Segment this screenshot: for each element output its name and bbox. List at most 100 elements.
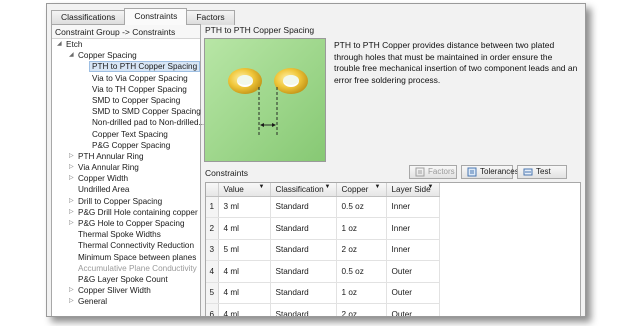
- tree-item-label: Via to Via Copper Spacing: [92, 73, 188, 83]
- tree-item[interactable]: ▷ PTH Annular Ring: [52, 151, 200, 162]
- tolerances-button[interactable]: Tolerances: [461, 165, 519, 179]
- tree-item-label: Minimum Space between planes: [78, 252, 197, 262]
- tree-item[interactable]: P&G Layer Spoke Count: [52, 274, 200, 285]
- table-cell-side[interactable]: Outer: [386, 303, 440, 316]
- dropdown-arrow-icon[interactable]: ▼: [259, 184, 265, 190]
- table-cell-value[interactable]: 3 ml: [218, 196, 271, 218]
- column-header-classification[interactable]: Classification ▼: [270, 183, 337, 197]
- tree-item-label: Via to TH Copper Spacing: [92, 84, 187, 94]
- tree-item-label: P&G Layer Spoke Count: [78, 274, 168, 284]
- tree-item-label: Drill to Copper Spacing: [78, 196, 163, 206]
- collapsed-arrow-icon[interactable]: ▷: [69, 173, 74, 184]
- tree-item[interactable]: Thermal Connectivity Reduction: [52, 240, 200, 251]
- collapsed-arrow-icon[interactable]: ▷: [69, 196, 74, 207]
- dropdown-arrow-icon[interactable]: ▼: [325, 184, 331, 190]
- table-cell-value[interactable]: 5 ml: [218, 239, 271, 261]
- table-cell-value[interactable]: 4 ml: [218, 217, 271, 240]
- test-icon: [523, 167, 533, 181]
- tree-item[interactable]: Thermal Spoke Widths: [52, 229, 200, 240]
- tab-factors[interactable]: Factors: [186, 10, 235, 25]
- collapsed-arrow-icon[interactable]: ▷: [69, 162, 74, 173]
- tree-item[interactable]: ◢ Copper Spacing: [52, 50, 200, 61]
- detail-title: PTH to PTH Copper Spacing: [205, 25, 315, 35]
- dropdown-arrow-icon[interactable]: ▼: [428, 184, 434, 190]
- table-cell-copper[interactable]: 0.5 oz: [336, 260, 387, 283]
- table-row[interactable]: 64 ml Standard 2 oz Outer: [206, 303, 440, 316]
- collapsed-arrow-icon[interactable]: ▷: [69, 207, 74, 218]
- table-cell-copper[interactable]: 0.5 oz: [336, 196, 387, 218]
- row-number-header: [206, 183, 219, 197]
- row-number: 6: [206, 303, 219, 316]
- tree-item[interactable]: ◢ Etch: [52, 39, 200, 50]
- factors-button-label: Factors: [428, 167, 455, 176]
- collapsed-arrow-icon[interactable]: ▷: [69, 218, 74, 229]
- tree-header: Constraint Group -> Constraints: [52, 25, 200, 39]
- tree-item-label: General: [78, 297, 108, 307]
- table-cell-side[interactable]: Outer: [386, 282, 440, 304]
- table-cell-value[interactable]: 4 ml: [218, 282, 271, 304]
- table-row[interactable]: 54 ml Standard 1 oz Outer: [206, 282, 440, 304]
- tree-item[interactable]: ▷ General: [52, 296, 200, 307]
- collapsed-arrow-icon[interactable]: ▷: [69, 151, 74, 162]
- expanded-arrow-icon[interactable]: ◢: [69, 50, 74, 61]
- table-cell-classification[interactable]: Standard: [270, 282, 337, 304]
- collapsed-arrow-icon[interactable]: ▷: [69, 296, 74, 307]
- tree-item[interactable]: PTH to PTH Copper Spacing: [52, 61, 201, 73]
- table-cell-classification[interactable]: Standard: [270, 196, 337, 218]
- column-header-layer-side[interactable]: Layer Side ▼: [386, 183, 440, 197]
- tree-item[interactable]: SMD to Copper Spacing: [52, 95, 200, 106]
- tree-item[interactable]: Minimum Space between planes: [52, 252, 200, 263]
- tree-item[interactable]: Non-drilled pad to Non-drilled...: [52, 117, 205, 128]
- table-row[interactable]: 24 ml Standard 1 oz Inner: [206, 217, 440, 240]
- expanded-arrow-icon[interactable]: ◢: [57, 39, 62, 50]
- collapsed-arrow-icon[interactable]: ▷: [69, 285, 74, 296]
- table-cell-copper[interactable]: 1 oz: [336, 217, 387, 240]
- tree-item-label: PTH to PTH Copper Spacing: [89, 61, 201, 73]
- tab-constraints[interactable]: Constraints: [124, 8, 188, 25]
- tree-item[interactable]: ▷ Drill to Copper Spacing: [52, 196, 200, 207]
- table-cell-copper[interactable]: 1 oz: [336, 282, 387, 304]
- tree-item[interactable]: ▷ Copper Width: [52, 173, 200, 184]
- test-button-label: Test: [536, 167, 551, 176]
- tree-item[interactable]: ▷ P&G Drill Hole containing copper: [52, 207, 200, 218]
- constraints-table: Value ▼ Classification ▼ Copper ▼ Layer Sid…: [205, 182, 581, 316]
- tree-item[interactable]: SMD to SMD Copper Spacing: [52, 106, 201, 117]
- table-row[interactable]: 35 ml Standard 2 oz Inner: [206, 239, 440, 261]
- tree-item[interactable]: Via to TH Copper Spacing: [52, 84, 200, 95]
- table-cell-side[interactable]: Outer: [386, 260, 440, 283]
- tree-item-label: P&G Copper Spacing: [92, 140, 171, 150]
- table-cell-side[interactable]: Inner: [386, 196, 440, 218]
- tree-item-label: Accumulative Plane Conductivity: [78, 263, 197, 273]
- table-cell-side[interactable]: Inner: [386, 239, 440, 261]
- tree-item[interactable]: ▷ P&G Hole to Copper Spacing: [52, 218, 200, 229]
- detail-description: PTH to PTH Copper provides distance betw…: [334, 40, 578, 85]
- table-cell-value[interactable]: 4 ml: [218, 303, 271, 316]
- table-cell-classification[interactable]: Standard: [270, 217, 337, 240]
- table-cell-side[interactable]: Inner: [386, 217, 440, 240]
- table-cell-classification[interactable]: Standard: [270, 260, 337, 283]
- table-row[interactable]: 13 ml Standard 0.5 oz Inner: [206, 196, 440, 218]
- table-cell-value[interactable]: 4 ml: [218, 260, 271, 283]
- tree-item[interactable]: ▷ Copper Sliver Width: [52, 285, 200, 296]
- table-cell-classification[interactable]: Standard: [270, 303, 337, 316]
- table-cell-classification[interactable]: Standard: [270, 239, 337, 261]
- table-row[interactable]: 44 ml Standard 0.5 oz Outer: [206, 260, 440, 283]
- tree-item[interactable]: Accumulative Plane Conductivity: [52, 263, 200, 274]
- tree-item[interactable]: ▷ Via Annular Ring: [52, 162, 200, 173]
- row-number: 4: [206, 260, 219, 283]
- tree-item[interactable]: Undrilled Area: [52, 184, 200, 195]
- tree-item[interactable]: Copper Text Spacing: [52, 129, 200, 140]
- table-cell-copper[interactable]: 2 oz: [336, 239, 387, 261]
- tree-item[interactable]: Via to Via Copper Spacing: [52, 73, 200, 84]
- tab-classifications[interactable]: Classifications: [51, 10, 126, 25]
- column-header-value[interactable]: Value ▼: [218, 183, 271, 197]
- tree-item-label: Thermal Connectivity Reduction: [78, 241, 195, 251]
- tree-item-label: PTH Annular Ring: [78, 151, 144, 161]
- tree-item[interactable]: P&G Copper Spacing: [52, 140, 200, 151]
- dropdown-arrow-icon[interactable]: ▼: [375, 184, 381, 190]
- column-header-copper[interactable]: Copper ▼: [336, 183, 387, 197]
- test-button[interactable]: Test: [517, 165, 567, 179]
- table-cell-copper[interactable]: 2 oz: [336, 303, 387, 316]
- factors-button[interactable]: Factors: [409, 165, 457, 179]
- row-number: 1: [206, 196, 219, 218]
